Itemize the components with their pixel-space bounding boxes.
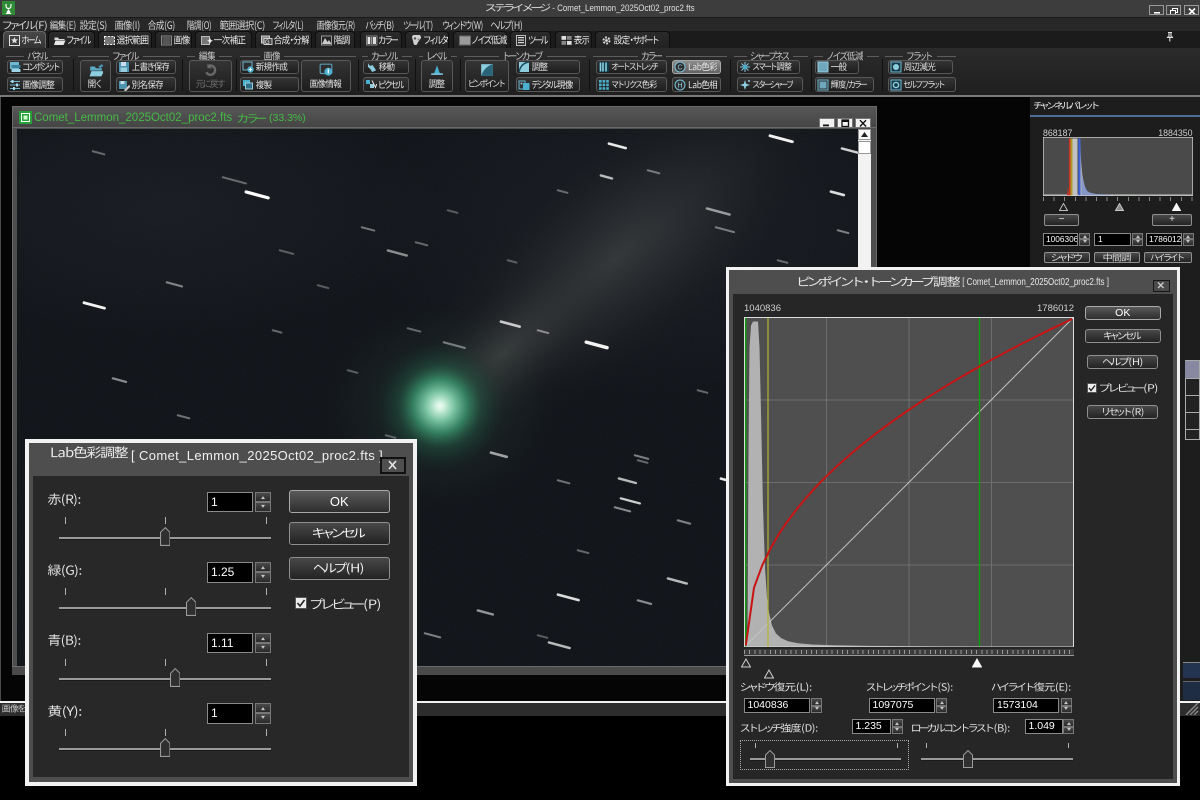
svg-text:H: H bbox=[678, 82, 683, 89]
svg-text:G: G bbox=[265, 40, 270, 46]
svg-text:C: C bbox=[678, 65, 683, 72]
